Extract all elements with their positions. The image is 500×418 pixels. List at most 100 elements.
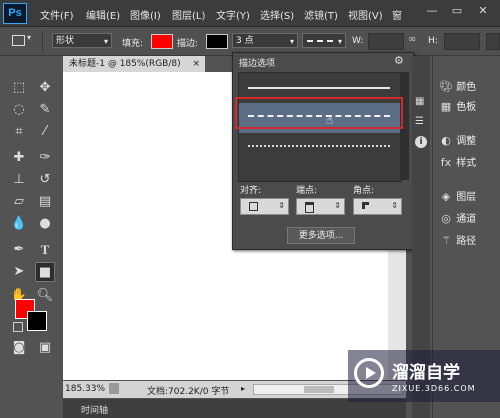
divider: [42, 31, 43, 51]
watermark: 溜溜自学 ZIXUE.3D66.COM: [348, 350, 500, 402]
path-operations-button[interactable]: [486, 33, 500, 50]
panel-label: 图层: [456, 192, 477, 203]
document-tab[interactable]: 未标题-1 @ 185%(RGB/8) ×: [63, 56, 205, 72]
pen-icon[interactable]: ✒: [9, 240, 29, 260]
panel-label: 样式: [456, 158, 477, 169]
panel-channels[interactable]: ◎ 通道: [439, 210, 499, 228]
chevron-down-icon: ▾: [27, 33, 32, 42]
panel-label: 通道: [456, 214, 477, 225]
eyedropper-icon[interactable]: ⁄: [35, 122, 55, 142]
height-field[interactable]: [444, 33, 480, 50]
tools-panel: ⬚ ✥ ◌ ✎ ⌗ ⁄ ✚ ✑ ⊥ ↺ ▱ ▤ 💧 ● ✒ T ➤ ■ ✋ 🔍︎…: [5, 58, 61, 368]
solid-line-icon: [248, 87, 390, 89]
default-colors-icon[interactable]: [13, 322, 23, 332]
align-inside-icon: [249, 202, 258, 211]
more-options-button[interactable]: 更多选项...: [287, 227, 355, 244]
updown-arrow-icon: ⇕: [391, 201, 398, 210]
chevron-down-icon: ▾: [103, 37, 108, 46]
stroke-options-panel: 描边选项 ⚙ ☝ 对齐: 端点: 角点: ⇕ ⇕ ⇕ 更多选项...: [232, 52, 414, 250]
height-label: H:: [428, 36, 438, 46]
restore-button[interactable]: ▭: [450, 4, 464, 17]
menu-edit[interactable]: 编辑(E): [86, 7, 120, 22]
preset-dotted[interactable]: [239, 133, 401, 163]
rectangle-tool-icon[interactable]: ■: [35, 262, 55, 282]
type-icon[interactable]: T: [35, 240, 55, 260]
lasso-icon[interactable]: ◌: [9, 100, 29, 120]
menu-view[interactable]: 视图(V): [348, 7, 383, 22]
menu-file[interactable]: 文件(F): [40, 7, 74, 22]
menu-window[interactable]: 窗: [392, 7, 402, 22]
close-tab-icon[interactable]: ×: [192, 56, 200, 72]
corner-icon: [362, 202, 369, 209]
blur-icon[interactable]: 💧: [9, 214, 29, 234]
rectangular-marquee-icon[interactable]: ⬚: [9, 78, 29, 98]
clone-stamp-icon[interactable]: ⊥: [9, 170, 29, 190]
zoom-level[interactable]: 185.33%: [65, 384, 105, 394]
panel-adjustments[interactable]: ◐ 调整: [439, 132, 499, 150]
info-panel-icon[interactable]: i: [415, 136, 427, 148]
stroke-label: 描边:: [177, 39, 199, 49]
align-label: 对齐:: [240, 186, 262, 196]
fill-label: 填充:: [122, 39, 144, 49]
crop-icon[interactable]: ⌗: [9, 122, 29, 142]
palette-icon: 🎨︎: [439, 80, 453, 93]
width-field[interactable]: [368, 33, 404, 50]
brush-icon[interactable]: ✑: [35, 148, 55, 168]
screen-mode-icon[interactable]: ▣: [35, 338, 55, 358]
zoom-icon[interactable]: 🔍︎: [35, 286, 55, 306]
minimize-button[interactable]: —: [425, 4, 439, 17]
gradient-icon[interactable]: ▤: [35, 192, 55, 212]
path-selection-icon[interactable]: ➤: [9, 262, 29, 282]
menu-layer[interactable]: 图层(L): [172, 7, 205, 22]
background-color-swatch[interactable]: [27, 311, 47, 331]
photoshop-logo: Ps: [3, 3, 27, 24]
link-icon[interactable]: ∞: [408, 35, 422, 45]
styles-icon: fx: [440, 156, 452, 169]
menu-filter[interactable]: 滤镜(T): [304, 7, 338, 22]
info-icon[interactable]: [109, 383, 119, 394]
stroke-width-field[interactable]: 3 点 ▾: [232, 33, 298, 48]
caps-label: 端点:: [296, 186, 318, 196]
status-menu-arrow-icon[interactable]: ▸: [241, 384, 245, 393]
scroll-thumb[interactable]: [304, 386, 334, 393]
width-label: W:: [352, 36, 364, 46]
paths-icon: ⚚: [441, 234, 451, 247]
dashed-line-icon: [307, 40, 333, 42]
menu-type[interactable]: 文字(Y): [216, 7, 250, 22]
dodge-icon[interactable]: ●: [35, 214, 55, 234]
healing-brush-icon[interactable]: ✚: [9, 148, 29, 168]
corners-select[interactable]: ⇕: [353, 198, 402, 215]
panel-paths[interactable]: ⚚ 路径: [439, 232, 499, 250]
stroke-width-value: 3 点: [236, 36, 254, 46]
play-logo-icon: [354, 358, 384, 388]
properties-panel-icon[interactable]: ☰: [415, 116, 427, 128]
caps-select[interactable]: ⇕: [296, 198, 345, 215]
align-select[interactable]: ⇕: [240, 198, 289, 215]
panel-label: 色板: [456, 102, 477, 113]
fill-swatch[interactable]: [151, 34, 173, 49]
adjustments-icon: ◐: [441, 134, 451, 147]
quick-mask-icon[interactable]: ◙: [9, 338, 29, 358]
cap-icon: [305, 202, 314, 213]
gear-icon[interactable]: ⚙: [394, 54, 404, 67]
panel-title: 描边选项: [239, 59, 276, 69]
tool-preset-picker[interactable]: ▾: [12, 33, 36, 47]
menu-select[interactable]: 选择(S): [260, 7, 294, 22]
close-button[interactable]: ✕: [476, 4, 490, 17]
panel-layers[interactable]: ◈ 图层: [439, 188, 499, 206]
panel-styles[interactable]: fx 样式: [439, 154, 499, 172]
history-panel-icon[interactable]: ▦: [415, 96, 427, 108]
tool-mode-select[interactable]: 形状 ▾: [52, 33, 112, 48]
history-brush-icon[interactable]: ↺: [35, 170, 55, 190]
menu-image[interactable]: 图像(I): [130, 7, 161, 22]
panel-color[interactable]: 🎨︎ 颜色: [439, 78, 499, 96]
eraser-icon[interactable]: ▱: [9, 192, 29, 212]
quick-selection-icon[interactable]: ✎: [35, 100, 55, 120]
panel-swatches[interactable]: ▦ 色板: [439, 98, 499, 116]
panel-label: 调整: [456, 136, 477, 147]
stroke-type-select[interactable]: ▾: [302, 33, 346, 48]
stroke-swatch[interactable]: [206, 34, 228, 49]
timeline-label[interactable]: 时间轴: [81, 403, 108, 416]
highlight-annotation: [235, 97, 403, 129]
move-icon[interactable]: ✥: [35, 78, 55, 98]
